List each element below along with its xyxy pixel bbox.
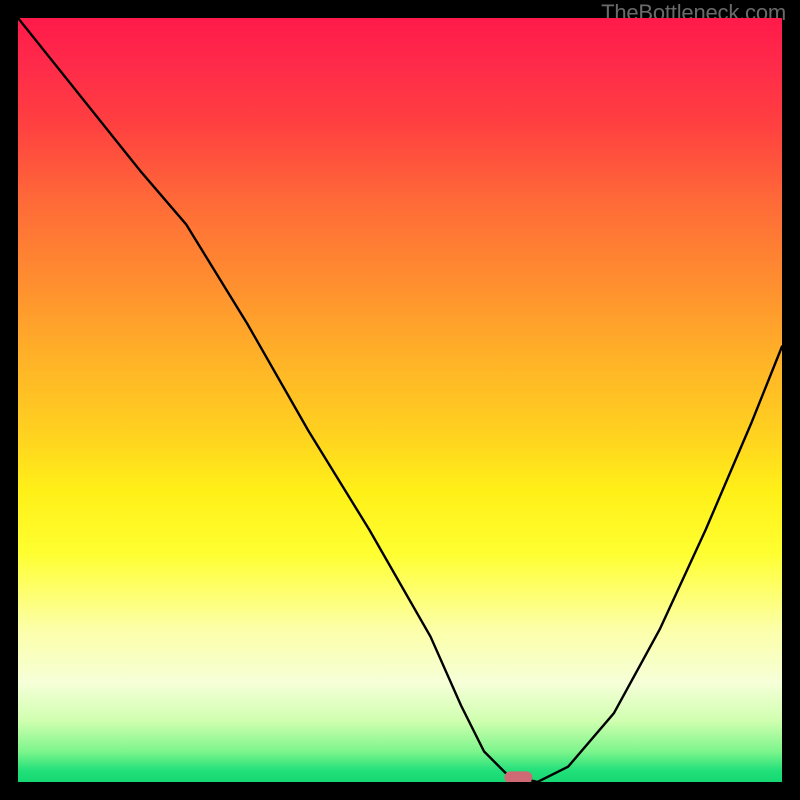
optimal-marker <box>504 771 532 782</box>
chart-container: TheBottleneck.com <box>0 0 800 800</box>
plot-area <box>18 18 782 782</box>
chart-svg <box>18 18 782 782</box>
bottleneck-curve <box>18 18 782 782</box>
